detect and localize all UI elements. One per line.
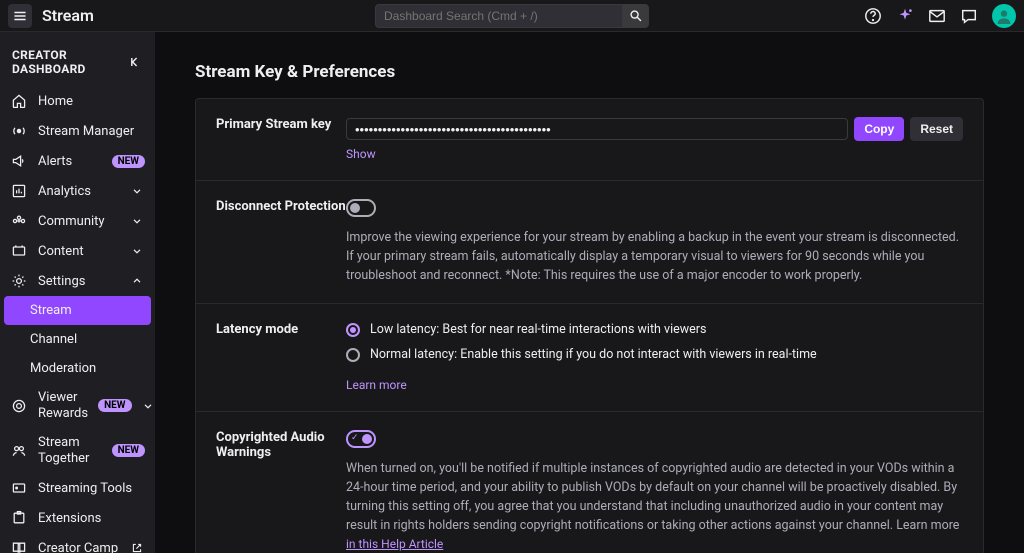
new-badge: NEW bbox=[112, 155, 145, 168]
new-badge: NEW bbox=[112, 444, 145, 457]
search-button[interactable] bbox=[623, 4, 649, 28]
radio-normal-latency[interactable] bbox=[346, 348, 360, 362]
sidebar-item-alerts[interactable]: Alerts NEW bbox=[0, 146, 155, 176]
chevron-down-icon bbox=[131, 245, 145, 257]
chevron-up-icon bbox=[131, 275, 145, 287]
new-badge: NEW bbox=[98, 399, 131, 412]
section-title-stream-key: Stream Key & Preferences bbox=[195, 62, 984, 82]
chevron-down-icon bbox=[142, 400, 154, 412]
help-icon[interactable] bbox=[864, 7, 882, 25]
sidebar-item-stream-together[interactable]: Stream Together NEW bbox=[0, 428, 155, 473]
sidebar-subitem-moderation[interactable]: Moderation bbox=[0, 354, 155, 383]
nav-label: Analytics bbox=[38, 184, 121, 199]
panel-stream-key: Primary Stream key Copy Reset Show Disco… bbox=[195, 98, 984, 553]
row-primary-key: Primary Stream key Copy Reset Show bbox=[196, 99, 983, 181]
sidebar-item-creator-camp[interactable]: Creator Camp bbox=[0, 533, 155, 553]
radio-low-latency[interactable] bbox=[346, 323, 360, 337]
sidebar-item-content[interactable]: Content bbox=[0, 236, 155, 266]
nav-label: Stream Together bbox=[38, 435, 102, 466]
rewards-icon bbox=[10, 398, 28, 414]
page-title: Stream bbox=[42, 6, 94, 25]
nav-label: Stream Manager bbox=[38, 124, 145, 139]
external-link-icon bbox=[131, 542, 145, 553]
sidebar: CREATOR DASHBOARD Home Stream Manager Al… bbox=[0, 32, 155, 553]
megaphone-icon bbox=[10, 153, 28, 169]
row-label: Primary Stream key bbox=[216, 117, 346, 162]
nav-label: Home bbox=[38, 94, 145, 109]
nav-label: Viewer Rewards bbox=[38, 390, 88, 421]
row-label: Disconnect Protection bbox=[216, 199, 346, 285]
nav-label: Settings bbox=[38, 274, 121, 289]
audio-warnings-toggle[interactable]: ✓ bbox=[346, 430, 376, 448]
sidebar-item-streaming-tools[interactable]: Streaming Tools bbox=[0, 473, 155, 503]
sidebar-header: CREATOR DASHBOARD bbox=[0, 40, 155, 86]
community-icon bbox=[10, 213, 28, 229]
help-article-link[interactable]: in this Help Article bbox=[346, 535, 443, 553]
topbar: Stream bbox=[0, 0, 1024, 32]
broadcast-icon bbox=[10, 123, 28, 139]
search-wrap bbox=[375, 4, 649, 28]
chart-icon bbox=[10, 183, 28, 199]
help-text: When turned on, you'll be notified if mu… bbox=[346, 460, 963, 553]
nav-label: Content bbox=[38, 244, 121, 259]
nav-label: Streaming Tools bbox=[38, 481, 145, 496]
radio-label: Low latency: Best for near real-time int… bbox=[370, 322, 706, 337]
sidebar-item-settings[interactable]: Settings bbox=[0, 266, 155, 296]
sidebar-subitem-stream[interactable]: Stream bbox=[4, 296, 151, 325]
row-disconnect-protection: Disconnect Protection Improve the viewin… bbox=[196, 181, 983, 304]
sidebar-item-home[interactable]: Home bbox=[0, 86, 155, 116]
chat-icon[interactable] bbox=[960, 7, 978, 25]
tools-icon bbox=[10, 480, 28, 496]
inbox-icon[interactable] bbox=[928, 7, 946, 25]
nav-label: Extensions bbox=[38, 511, 145, 526]
row-latency: Latency mode Low latency: Best for near … bbox=[196, 304, 983, 412]
sidebar-subitem-channel[interactable]: Channel bbox=[0, 325, 155, 354]
nav-label: Community bbox=[38, 214, 121, 229]
radio-label: Normal latency: Enable this setting if y… bbox=[370, 347, 817, 362]
home-icon bbox=[10, 93, 28, 109]
sidebar-item-stream-manager[interactable]: Stream Manager bbox=[0, 116, 155, 146]
sparkle-icon[interactable] bbox=[896, 7, 914, 25]
copy-button[interactable]: Copy bbox=[854, 117, 904, 141]
reset-button[interactable]: Reset bbox=[910, 117, 963, 141]
sidebar-item-extensions[interactable]: Extensions bbox=[0, 503, 155, 533]
main-content: Stream Key & Preferences Primary Stream … bbox=[155, 32, 1024, 553]
row-label: Latency mode bbox=[216, 322, 346, 393]
sidebar-item-community[interactable]: Community bbox=[0, 206, 155, 236]
chevron-down-icon bbox=[131, 185, 145, 197]
collapse-icon[interactable] bbox=[127, 54, 143, 70]
learn-more-link[interactable]: Learn more bbox=[346, 378, 407, 392]
search-icon bbox=[629, 9, 643, 23]
search-input[interactable] bbox=[375, 4, 623, 28]
book-icon bbox=[10, 540, 28, 553]
help-text: Improve the viewing experience for your … bbox=[346, 229, 963, 285]
help-text-body: When turned on, you'll be notified if mu… bbox=[346, 461, 959, 532]
row-label: Copyrighted Audio Warnings bbox=[216, 430, 346, 553]
disconnect-toggle[interactable] bbox=[346, 199, 376, 217]
extensions-icon bbox=[10, 510, 28, 526]
sidebar-item-analytics[interactable]: Analytics bbox=[0, 176, 155, 206]
sidebar-title: CREATOR DASHBOARD bbox=[12, 48, 127, 76]
nav-label: Alerts bbox=[38, 154, 102, 169]
show-link[interactable]: Show bbox=[346, 147, 376, 161]
chevron-down-icon bbox=[131, 215, 145, 227]
stream-key-input[interactable] bbox=[346, 118, 848, 140]
row-audio-warnings: Copyrighted Audio Warnings ✓ When turned… bbox=[196, 412, 983, 553]
avatar[interactable] bbox=[992, 4, 1016, 28]
together-icon bbox=[10, 443, 28, 459]
sidebar-item-viewer-rewards[interactable]: Viewer Rewards NEW bbox=[0, 383, 155, 428]
gear-icon bbox=[10, 273, 28, 289]
nav-label: Creator Camp bbox=[38, 541, 121, 553]
content-icon bbox=[10, 243, 28, 259]
menu-toggle[interactable] bbox=[8, 4, 32, 28]
